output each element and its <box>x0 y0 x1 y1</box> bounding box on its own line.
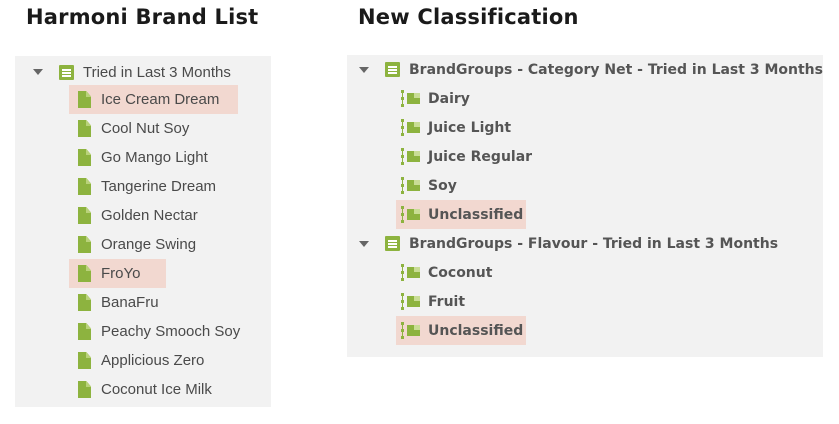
category-item-label: Juice Regular <box>428 148 533 165</box>
flavour-item-label: Fruit <box>428 293 466 310</box>
group-icon <box>401 322 421 339</box>
category-item[interactable]: Soy <box>396 171 457 200</box>
category-item[interactable]: Juice Regular <box>396 142 532 171</box>
group-icon <box>401 177 421 194</box>
document-icon <box>78 323 91 340</box>
right-heading: New Classification <box>358 5 579 29</box>
category-item-label: Dairy <box>428 90 470 107</box>
category-item-label: Juice Light <box>428 119 512 136</box>
brand-item[interactable]: FroYo <box>69 259 166 288</box>
list-icon <box>385 62 400 77</box>
category-item-label: Soy <box>428 177 457 194</box>
brand-item-label: Orange Swing <box>101 236 197 253</box>
category-item-label: Unclassified <box>428 206 524 223</box>
brand-item-label: BanaFru <box>101 294 159 311</box>
brand-item-label: Cool Nut Soy <box>101 120 190 137</box>
caret-down-icon[interactable] <box>359 241 369 247</box>
brand-item-label: Applicious Zero <box>101 352 205 369</box>
brand-item[interactable]: Go Mango Light <box>69 143 208 172</box>
flavour-item-label: Unclassified <box>428 322 524 339</box>
brand-item[interactable]: Tangerine Dream <box>69 172 216 201</box>
group-icon <box>401 206 421 223</box>
tree-group-label: BrandGroups - Flavour - Tried in Last 3 … <box>409 235 779 252</box>
brand-item-label: Golden Nectar <box>101 207 198 224</box>
brand-item[interactable]: Cool Nut Soy <box>69 114 189 143</box>
flavour-item-unclassified[interactable]: Unclassified <box>396 316 526 345</box>
brand-item[interactable]: BanaFru <box>69 288 159 317</box>
brand-item-label: Go Mango Light <box>101 149 208 166</box>
classification-panel: BrandGroups - Category Net - Tried in La… <box>347 55 823 357</box>
document-icon <box>78 265 91 282</box>
tree-group-category-net[interactable]: BrandGroups - Category Net - Tried in La… <box>385 55 823 84</box>
group-icon <box>401 90 421 107</box>
brand-item[interactable]: Coconut Ice Milk <box>69 375 212 404</box>
list-icon <box>385 236 400 251</box>
flavour-item[interactable]: Coconut <box>396 258 492 287</box>
flavour-item[interactable]: Fruit <box>396 287 465 316</box>
list-icon <box>59 65 74 80</box>
category-item-unclassified[interactable]: Unclassified <box>396 200 526 229</box>
document-icon <box>78 207 91 224</box>
caret-down-icon[interactable] <box>33 69 43 75</box>
brand-item[interactable]: Applicious Zero <box>69 346 204 375</box>
document-icon <box>78 236 91 253</box>
brand-item-label: Peachy Smooch Soy <box>101 323 241 340</box>
category-item[interactable]: Dairy <box>396 84 470 113</box>
tree-group-label: BrandGroups - Category Net - Tried in La… <box>409 61 823 78</box>
brand-list-panel: Tried in Last 3 Months Ice Cream Dream C… <box>15 56 271 407</box>
brand-item[interactable]: Ice Cream Dream <box>69 85 238 114</box>
brand-item-label: Ice Cream Dream <box>101 91 220 108</box>
left-heading: Harmoni Brand List <box>26 5 259 29</box>
brand-item-label: Tangerine Dream <box>101 178 217 195</box>
group-icon <box>401 148 421 165</box>
flavour-item-label: Coconut <box>428 264 493 281</box>
group-icon <box>401 293 421 310</box>
group-icon <box>401 119 421 136</box>
tree-group-flavour[interactable]: BrandGroups - Flavour - Tried in Last 3 … <box>385 229 778 258</box>
group-icon <box>401 264 421 281</box>
document-icon <box>78 381 91 398</box>
document-icon <box>78 120 91 137</box>
document-icon <box>78 294 91 311</box>
document-icon <box>78 149 91 166</box>
brand-item[interactable]: Peachy Smooch Soy <box>69 317 240 346</box>
brand-item-label: Coconut Ice Milk <box>101 381 212 398</box>
tree-root-brand-list[interactable]: Tried in Last 3 Months <box>59 58 231 87</box>
caret-down-icon[interactable] <box>359 67 369 73</box>
brand-item-label: FroYo <box>101 265 141 282</box>
category-item[interactable]: Juice Light <box>396 113 511 142</box>
brand-item[interactable]: Golden Nectar <box>69 201 198 230</box>
tree-root-label: Tried in Last 3 Months <box>83 64 231 81</box>
document-icon <box>78 178 91 195</box>
brand-item[interactable]: Orange Swing <box>69 230 196 259</box>
document-icon <box>78 352 91 369</box>
document-icon <box>78 91 91 108</box>
